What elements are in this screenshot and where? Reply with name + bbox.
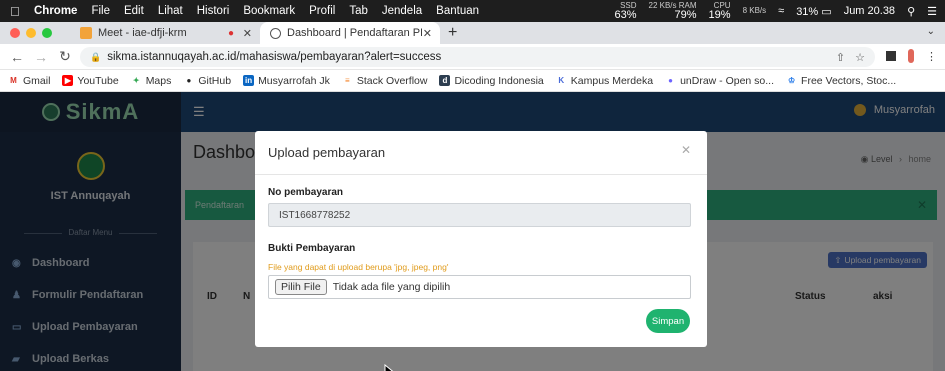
menu-item[interactable]: Bantuan: [436, 5, 479, 17]
lock-icon[interactable]: 🔒: [90, 52, 101, 63]
chevron-down-icon[interactable]: ⌄: [927, 26, 935, 37]
bookmark-youtube[interactable]: ▶ YouTube: [62, 75, 119, 87]
no-pembayaran-field[interactable]: IST1668778252: [268, 203, 691, 227]
url-field[interactable]: 🔒 sikma.istannuqayah.ac.id/mahasiswa/pem…: [80, 47, 875, 67]
menu-app[interactable]: Chrome: [34, 5, 77, 17]
menu-item[interactable]: Lihat: [158, 5, 183, 17]
apple-icon[interactable]: : [10, 4, 24, 19]
tab-title: Meet - iae-dfji-krm: [98, 27, 187, 39]
back-button[interactable]: ←: [10, 49, 24, 65]
bookmark-linkedin[interactable]: in Musyarrofah Jk: [243, 75, 330, 87]
menu-item[interactable]: Profil: [309, 5, 335, 17]
bookmark-gmail[interactable]: M Gmail: [8, 75, 50, 87]
freepik-icon: ♔: [787, 76, 796, 85]
github-icon: ●: [186, 76, 192, 85]
window-controls: [10, 28, 52, 38]
file-type-hint: File yang dapat di upload berupa 'jpg, j…: [268, 262, 449, 272]
extension-icon[interactable]: [908, 49, 914, 63]
wifi-icon[interactable]: ≈: [778, 5, 784, 17]
forward-button[interactable]: →: [34, 49, 48, 65]
bookmark-kampus-merdeka[interactable]: K Kampus Merdeka: [556, 75, 653, 87]
mouse-cursor-icon: [384, 364, 394, 371]
gmail-icon: M: [10, 76, 17, 85]
youtube-icon: ▶: [62, 75, 74, 86]
globe-icon: [270, 27, 281, 39]
modal-title: Upload pembayaran: [255, 131, 707, 175]
bookmark-dicoding[interactable]: d Dicoding Indonesia: [439, 75, 544, 87]
no-pembayaran-label: No pembayaran: [268, 187, 344, 198]
close-modal-icon[interactable]: ✕: [681, 143, 691, 157]
bookmark-maps[interactable]: ✦ Maps: [131, 75, 172, 87]
menu-item[interactable]: Jendela: [382, 5, 422, 17]
url-text[interactable]: sikma.istannuqayah.ac.id/mahasiswa/pemba…: [107, 51, 836, 63]
menu-item[interactable]: Tab: [349, 5, 368, 17]
tab-meet[interactable]: Meet - iae-dfji-krm ● ✕: [70, 22, 260, 44]
bookmark-undraw[interactable]: ● unDraw - Open so...: [665, 75, 774, 87]
reload-button[interactable]: ↻: [58, 48, 72, 65]
undraw-icon: ●: [668, 76, 673, 85]
share-icon[interactable]: ⇧: [836, 51, 845, 64]
extensions-area: ⋮: [886, 49, 937, 63]
close-window-button[interactable]: [10, 28, 20, 38]
zoom-window-button[interactable]: [42, 28, 52, 38]
meet-icon: [80, 27, 92, 39]
linkedin-icon: in: [243, 75, 255, 86]
upload-payment-modal: Upload pembayaran ✕ No pembayaran IST166…: [255, 131, 707, 347]
minimize-window-button[interactable]: [26, 28, 36, 38]
net-stat: 8 KB/s: [742, 6, 767, 15]
menu-item[interactable]: Edit: [124, 5, 144, 17]
bukti-pembayaran-label: Bukti Pembayaran: [268, 243, 356, 254]
menu-item[interactable]: Histori: [197, 5, 230, 17]
cpu-stat: CPU 19%: [708, 0, 731, 21]
battery-icon: ▭: [821, 5, 832, 18]
tab-dashboard[interactable]: Dashboard | Pendaftaran PKL ✕: [260, 22, 440, 44]
mac-menubar:  Chrome File Edit Lihat Histori Bookmar…: [0, 0, 945, 22]
no-pembayaran-value: IST1668778252: [279, 209, 351, 221]
menu-item[interactable]: File: [91, 5, 110, 17]
bookmark-star-icon[interactable]: ☆: [855, 51, 865, 64]
recording-indicator-icon: ●: [227, 27, 234, 39]
bookmark-freepik[interactable]: ♔ Free Vectors, Stoc...: [786, 75, 896, 87]
save-button[interactable]: Simpan: [646, 309, 690, 333]
bookmark-stackoverflow[interactable]: ≡ Stack Overflow: [342, 75, 427, 87]
stackoverflow-icon: ≡: [345, 76, 350, 85]
bookmarks-bar: M Gmail ▶ YouTube ✦ Maps ● GitHub in Musyarro…: [0, 70, 945, 92]
no-file-text: Tidak ada file yang dipilih: [332, 281, 451, 293]
ssd-stat: SSD 63%: [614, 0, 637, 21]
tab-title: Dashboard | Pendaftaran PKL: [287, 27, 422, 39]
sidepanel-icon[interactable]: [886, 51, 896, 61]
maps-icon: ✦: [132, 76, 140, 85]
close-tab-icon[interactable]: ✕: [243, 27, 252, 40]
close-tab-icon[interactable]: ✕: [423, 27, 432, 40]
choose-file-button[interactable]: Pilih File: [275, 279, 327, 295]
clock[interactable]: Jum 20.38: [844, 5, 895, 17]
file-input[interactable]: Pilih File Tidak ada file yang dipilih: [268, 275, 691, 299]
kampus-merdeka-icon: K: [558, 76, 565, 85]
bookmark-github[interactable]: ● GitHub: [183, 75, 231, 87]
tab-strip: Meet - iae-dfji-krm ● ✕ Dashboard | Pend…: [0, 22, 945, 44]
more-menu-icon[interactable]: ⋮: [926, 50, 937, 63]
ram-stat: 22 KB/s RAM 79%: [648, 0, 697, 21]
battery-status[interactable]: 31% ▭: [796, 5, 832, 18]
search-icon[interactable]: ⚲: [907, 5, 915, 18]
address-bar-row: ← → ↻ 🔒 sikma.istannuqayah.ac.id/mahasis…: [0, 44, 945, 70]
dicoding-icon: d: [439, 75, 451, 86]
control-center-icon[interactable]: ☰: [927, 5, 937, 18]
menu-item[interactable]: Bookmark: [243, 5, 295, 17]
new-tab-button[interactable]: +: [448, 24, 457, 42]
